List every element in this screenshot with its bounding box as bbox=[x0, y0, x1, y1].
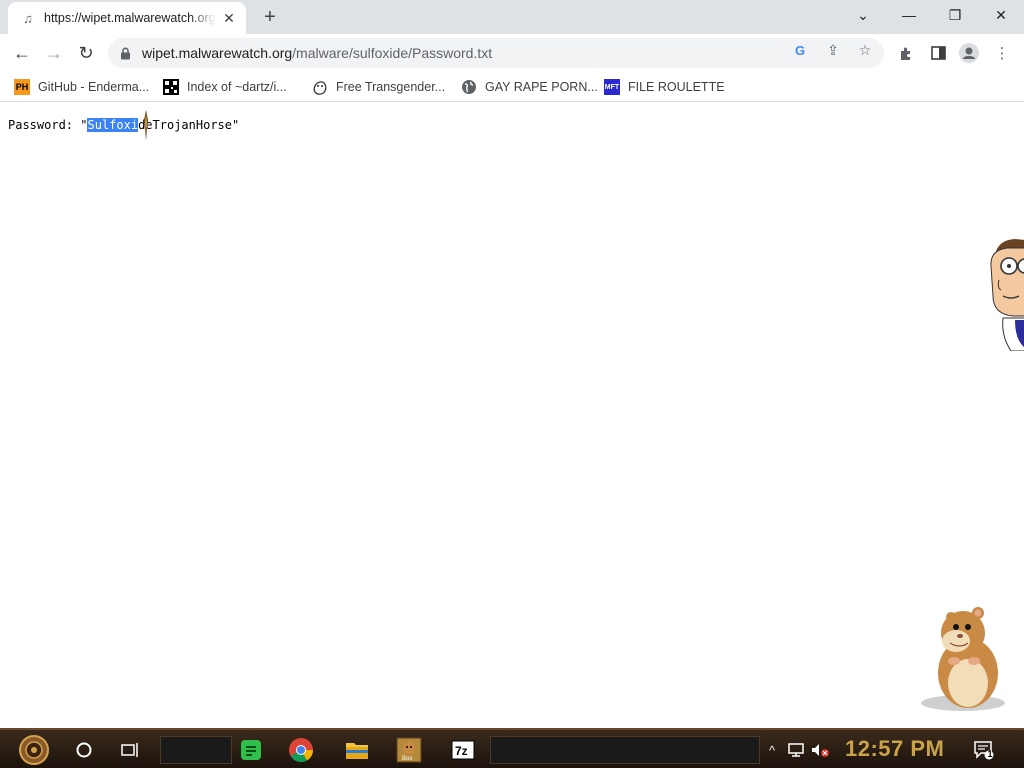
cortana-search-button[interactable] bbox=[68, 734, 100, 766]
pornhub-logo-icon: PH bbox=[14, 79, 30, 95]
7zip-icon[interactable]: 7z bbox=[447, 734, 479, 766]
extensions-icon[interactable] bbox=[895, 42, 917, 64]
hamster-icon bbox=[921, 607, 1005, 711]
bookmark-file-roulette[interactable]: MFT FILE ROULETTE bbox=[604, 76, 725, 98]
bookmark-globe-site[interactable]: GAY RAPE PORN... bbox=[461, 76, 598, 98]
task-view-button[interactable] bbox=[114, 734, 146, 766]
start-button[interactable] bbox=[14, 734, 54, 766]
browser-tab[interactable]: ♫ https://wipet.malwarewatch.org ✕ bbox=[8, 2, 246, 34]
svg-text:G: G bbox=[795, 43, 805, 57]
blob-face-icon bbox=[312, 79, 328, 95]
forward-button[interactable]: → bbox=[40, 39, 68, 67]
tab-search-icon[interactable]: ⌄ bbox=[840, 0, 886, 30]
bookmarks-bar: PH GitHub - Enderma... Index of ~dartz/i… bbox=[0, 72, 1024, 102]
file-explorer-icon[interactable] bbox=[341, 734, 373, 766]
address-bar[interactable]: wipet.malwarewatch.org/malware/sulfoxide… bbox=[108, 38, 884, 68]
google-lens-icon[interactable]: G bbox=[792, 41, 810, 59]
chrome-icon[interactable] bbox=[285, 734, 317, 766]
reload-button[interactable]: ↻ bbox=[72, 39, 100, 67]
text-cursor-icon bbox=[144, 110, 148, 140]
cartoon-man-icon bbox=[990, 239, 1024, 351]
tab-strip: ♫ https://wipet.malwarewatch.org ✕ + ⌄ —… bbox=[0, 0, 1024, 34]
menu-kebab-icon[interactable]: ⋮ bbox=[991, 42, 1013, 64]
bookmark-index-of-dartz[interactable]: Index of ~dartz/i... bbox=[163, 76, 287, 98]
close-window-button[interactable]: ✕ bbox=[978, 0, 1024, 30]
notification-count-badge: 1 bbox=[987, 749, 993, 759]
browser-toolbar: ← → ↻ wipet.malwarewatch.org/malware/sul… bbox=[0, 34, 1024, 72]
taskbar-empty-slot bbox=[490, 736, 760, 764]
mft-logo-icon: MFT bbox=[604, 79, 620, 95]
svg-text:Box: Box bbox=[402, 756, 412, 762]
show-hidden-icons-icon[interactable]: ^ bbox=[766, 740, 778, 760]
restore-button[interactable]: ❐ bbox=[932, 0, 978, 30]
close-tab-icon[interactable]: ✕ bbox=[220, 9, 238, 27]
taskbar: Box 7z ^ 12:57 PM 1 bbox=[0, 728, 1024, 768]
notes-app-icon[interactable] bbox=[235, 734, 267, 766]
taskbar-empty-slot bbox=[160, 736, 232, 764]
xbox-app-icon[interactable]: Box bbox=[393, 734, 425, 766]
volume-muted-icon[interactable] bbox=[810, 740, 830, 760]
page-content: Password: "SulfoxideTrojanHorse" bbox=[0, 103, 1024, 728]
svg-text:7z: 7z bbox=[455, 744, 468, 758]
taskbar-clock[interactable]: 12:57 PM bbox=[845, 736, 944, 762]
minimize-button[interactable]: — bbox=[886, 0, 932, 30]
bookmark-free-transgender[interactable]: Free Transgender... bbox=[312, 76, 445, 98]
side-panel-icon[interactable] bbox=[927, 42, 949, 64]
music-note-icon: ♫ bbox=[23, 10, 33, 26]
tab-title: https://wipet.malwarewatch.org bbox=[44, 11, 216, 25]
bookmark-github[interactable]: PH GitHub - Enderma... bbox=[14, 76, 149, 98]
profile-avatar-icon[interactable] bbox=[958, 42, 980, 64]
lock-icon[interactable] bbox=[118, 46, 132, 60]
password-text: Password: "SulfoxideTrojanHorse" bbox=[8, 118, 240, 132]
selected-text: Sulfoxi bbox=[87, 118, 139, 132]
globe-icon bbox=[461, 79, 477, 95]
url-text: wipet.malwarewatch.org/malware/sulfoxide… bbox=[142, 45, 493, 61]
back-button[interactable]: ← bbox=[8, 39, 36, 67]
new-tab-button[interactable]: + bbox=[258, 6, 282, 28]
bookmark-star-icon[interactable]: ☆ bbox=[856, 41, 874, 59]
qr-code-icon bbox=[163, 79, 179, 95]
share-icon[interactable]: ⇪ bbox=[824, 41, 842, 59]
network-icon[interactable] bbox=[786, 740, 806, 760]
